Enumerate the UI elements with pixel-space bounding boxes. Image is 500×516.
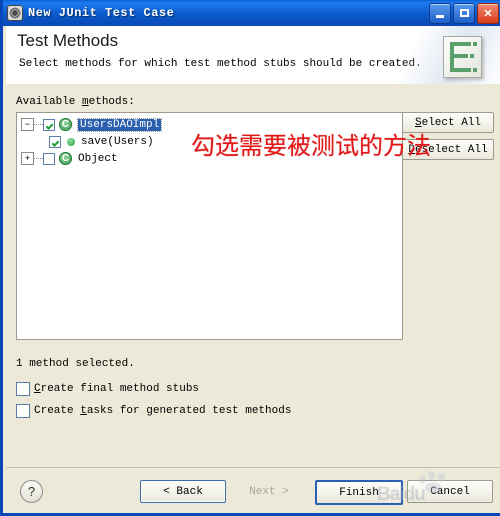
- maximize-icon: [459, 9, 469, 17]
- page-title: Test Methods: [17, 31, 119, 50]
- window-controls: ✕: [429, 2, 500, 24]
- cancel-button[interactable]: Cancel: [407, 480, 493, 503]
- checkbox-usersdaoimpl[interactable]: [43, 118, 55, 131]
- maximize-button[interactable]: [453, 2, 475, 24]
- dialog-window: New JUnit Test Case ✕ Test Methods Selec…: [0, 0, 500, 516]
- dialog-footer: ? < Back Next > Finish Cancel: [6, 468, 500, 513]
- back-button[interactable]: < Back: [140, 480, 226, 503]
- tree-line: [34, 123, 43, 126]
- public-method-icon: [67, 137, 75, 146]
- next-button: Next >: [226, 480, 312, 503]
- checkbox-object[interactable]: [43, 152, 55, 165]
- title-bar: New JUnit Test Case ✕: [3, 0, 500, 26]
- available-methods-label: Available methods:: [16, 96, 135, 108]
- annotation-text: 勾选需要被测试的方法: [191, 132, 431, 160]
- checkbox-save-method[interactable]: [49, 135, 61, 148]
- expand-icon[interactable]: +: [21, 152, 34, 165]
- finish-button[interactable]: Finish: [315, 480, 403, 505]
- junit-wizard-icon: [7, 5, 23, 21]
- option-tasks-for-test-methods[interactable]: Create tasks for generated test methods: [16, 404, 291, 418]
- tree-label-object[interactable]: Object: [78, 153, 118, 165]
- checkbox-tasks-for-test-methods[interactable]: [16, 404, 30, 418]
- checkbox-final-method-stubs[interactable]: [16, 382, 30, 396]
- class-icon: C: [59, 152, 72, 165]
- option-final-method-stubs[interactable]: Create final method stubs: [16, 382, 199, 396]
- tree-line: [34, 157, 43, 160]
- help-icon[interactable]: ?: [20, 480, 43, 503]
- tree-label-save-method[interactable]: save(Users): [81, 136, 154, 148]
- option-label-tasks-for-test-methods: Create tasks for generated test methods: [34, 405, 292, 417]
- tree-label-usersdaoimpl[interactable]: UsersDAOImpl: [76, 117, 163, 132]
- close-icon: ✕: [483, 7, 493, 20]
- minimize-button[interactable]: [429, 2, 451, 24]
- option-label-final-method-stubs: Create final method stubs: [34, 383, 200, 395]
- window-title: New JUnit Test Case: [28, 6, 175, 20]
- wizard-banner: Test Methods Select methods for which te…: [6, 26, 500, 85]
- page-subtitle: Select methods for which test method stu…: [19, 58, 422, 70]
- collapse-icon[interactable]: −: [21, 118, 34, 131]
- test-methods-banner-icon: [443, 36, 482, 78]
- status-text: 1 method selected.: [16, 358, 135, 370]
- class-icon: C: [59, 118, 72, 131]
- minimize-icon: [436, 14, 444, 18]
- close-button[interactable]: ✕: [477, 2, 499, 24]
